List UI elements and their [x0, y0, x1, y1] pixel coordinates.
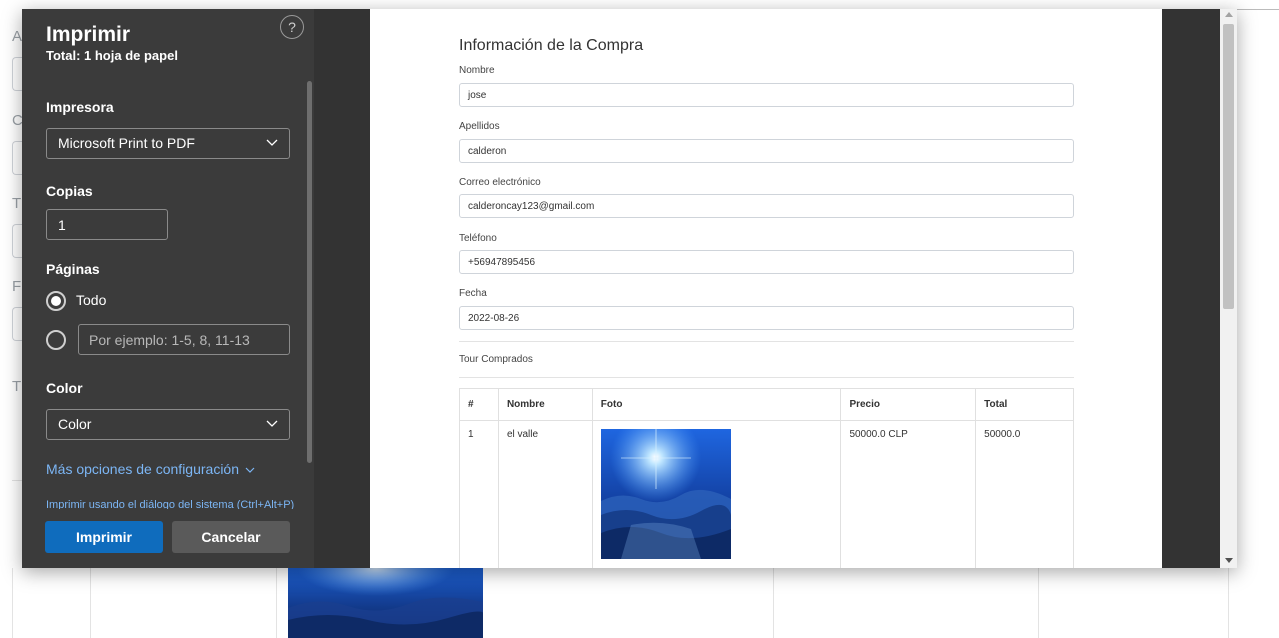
field-label-apellidos: Apellidos — [459, 121, 500, 132]
dialog-title: Imprimir — [46, 23, 131, 46]
more-options-link[interactable]: Más opciones de configuración — [46, 461, 255, 477]
color-select[interactable]: Color — [46, 409, 290, 440]
copies-input[interactable]: 1 — [46, 209, 168, 240]
background-label-t2: T — [12, 378, 22, 395]
copies-label: Copias — [46, 183, 93, 199]
printer-label: Impresora — [46, 99, 114, 115]
scrollbar-thumb[interactable] — [1223, 24, 1234, 309]
field-label-telefono: Teléfono — [459, 233, 497, 244]
table-row: 1 el valle 50000.0 CLP 50000.0 — [459, 420, 1074, 568]
background-table-border — [12, 568, 13, 638]
background-table-border — [1038, 568, 1039, 638]
background-label-a: A — [12, 28, 23, 45]
field-value-apellidos: calderon — [459, 139, 1074, 163]
field-value-telefono: +56947895456 — [459, 250, 1074, 274]
tour-name: el valle — [497, 420, 593, 568]
tour-photo — [600, 429, 731, 559]
tour-photo-cell — [591, 420, 842, 568]
tours-table: # Nombre Foto Precio Total 1 el valle 50… — [459, 388, 1074, 568]
field-value-fecha: 2022-08-26 — [459, 306, 1074, 330]
printer-value: Microsoft Print to PDF — [58, 135, 195, 151]
chevron-down-icon — [245, 467, 255, 473]
color-value: Color — [58, 416, 92, 432]
field-value-nombre: jose — [459, 83, 1074, 107]
field-label-nombre: Nombre — [459, 65, 495, 76]
print-preview: Información de la Compra Nombre jose Ape… — [314, 9, 1220, 568]
column-header: Foto — [591, 388, 842, 421]
print-dialog: Imprimir Total: 1 hoja de papel ? Impres… — [22, 9, 1237, 568]
scroll-down-icon[interactable] — [1225, 558, 1233, 563]
field-label-correo: Correo electrónico — [459, 177, 541, 188]
help-button[interactable]: ? — [280, 15, 304, 39]
printer-select[interactable]: Microsoft Print to PDF — [46, 128, 290, 159]
section-divider — [459, 341, 1074, 342]
background-table-border — [90, 568, 91, 638]
field-label-fecha: Fecha — [459, 288, 487, 299]
preview-page: Información de la Compra Nombre jose Ape… — [370, 9, 1162, 568]
color-label: Color — [46, 380, 83, 396]
more-options-label: Más opciones de configuración — [46, 461, 240, 477]
chevron-down-icon — [266, 420, 278, 427]
preview-scrollbar[interactable] — [1220, 9, 1237, 568]
pages-label: Páginas — [46, 261, 100, 277]
column-header: Nombre — [497, 388, 593, 421]
pages-all-label: Todo — [76, 292, 107, 308]
chevron-down-icon — [266, 139, 278, 146]
pages-range-input[interactable]: Por ejemplo: 1-5, 8, 11-13 — [78, 324, 290, 355]
panel-scrollbar[interactable] — [307, 81, 312, 463]
tour-price: 50000.0 CLP — [840, 420, 977, 568]
tours-heading: Tour Comprados — [459, 354, 533, 365]
cancel-button[interactable]: Cancelar — [172, 521, 290, 553]
document-title: Información de la Compra — [459, 37, 644, 54]
background-table-border — [773, 568, 774, 638]
column-header: Precio — [840, 388, 977, 421]
print-button[interactable]: Imprimir — [45, 521, 163, 553]
column-header: # — [459, 388, 499, 421]
background-label-f: F — [12, 278, 22, 295]
pages-all-radio[interactable] — [46, 291, 66, 311]
background-table-border — [276, 568, 277, 638]
help-icon: ? — [288, 19, 296, 35]
tour-total: 50000.0 — [975, 420, 1074, 568]
background-tour-photo — [288, 568, 483, 638]
sheet-count: Total: 1 hoja de papel — [46, 48, 178, 63]
background-table-border — [1228, 568, 1229, 638]
scroll-up-icon[interactable] — [1225, 12, 1233, 17]
print-settings-panel: Imprimir Total: 1 hoja de papel ? Impres… — [22, 9, 314, 568]
pages-custom-radio[interactable] — [46, 330, 66, 350]
background-label-t: T — [12, 195, 22, 212]
column-header: Total — [975, 388, 1074, 421]
background-divider — [1237, 9, 1279, 10]
field-value-correo: calderoncay123@gmail.com — [459, 194, 1074, 218]
table-header-row: # Nombre Foto Precio Total — [459, 388, 1074, 421]
panel-footer: Imprimir Cancelar — [22, 509, 314, 568]
row-number: 1 — [459, 420, 499, 568]
section-divider — [459, 377, 1074, 378]
